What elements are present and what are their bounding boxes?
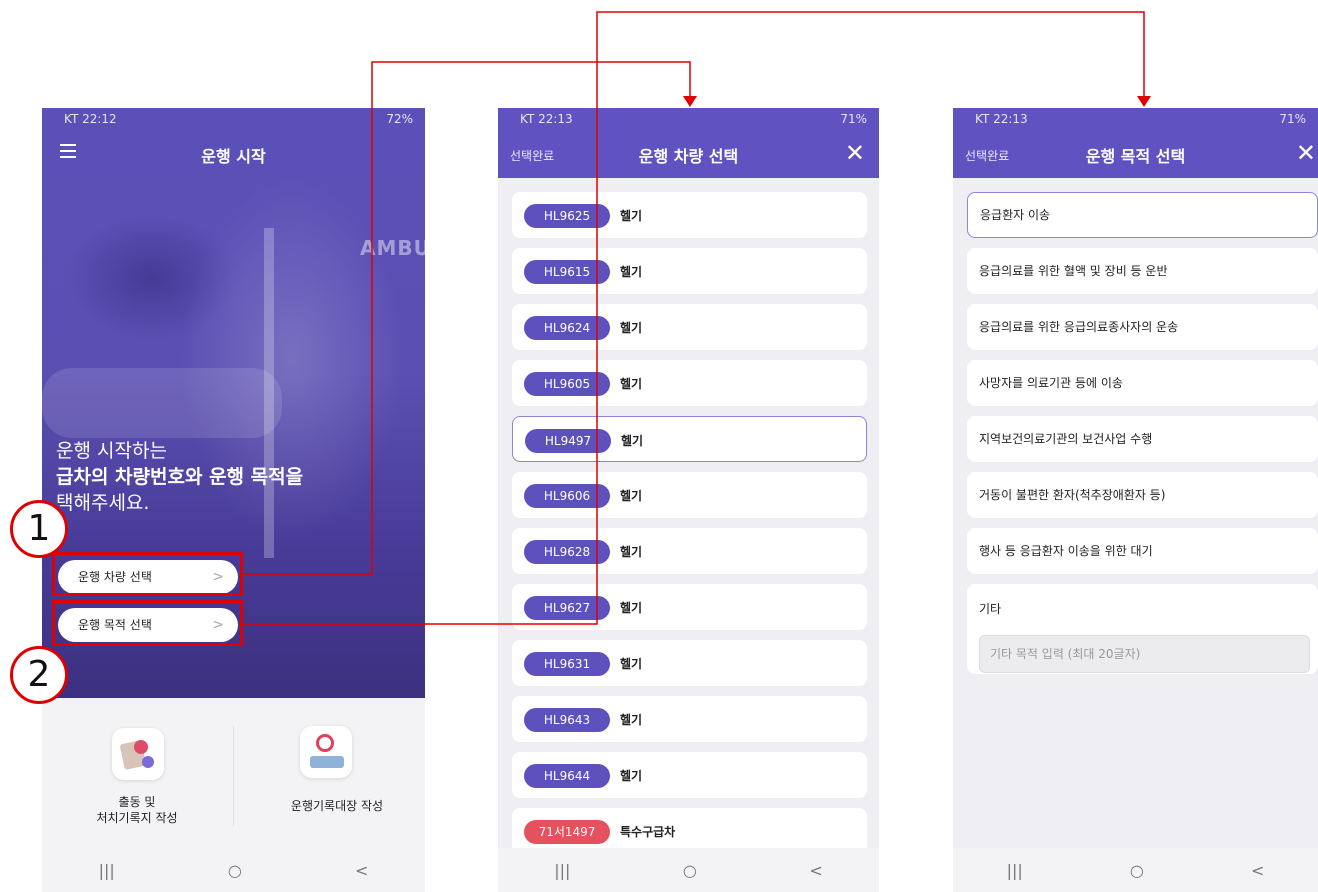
- highlight-vehicle-button: [52, 552, 243, 596]
- highlight-purpose-button: [52, 600, 243, 646]
- step-1-marker: 1: [10, 500, 68, 558]
- annotation-arrows: [243, 11, 1151, 625]
- step-2-marker: 2: [10, 646, 68, 704]
